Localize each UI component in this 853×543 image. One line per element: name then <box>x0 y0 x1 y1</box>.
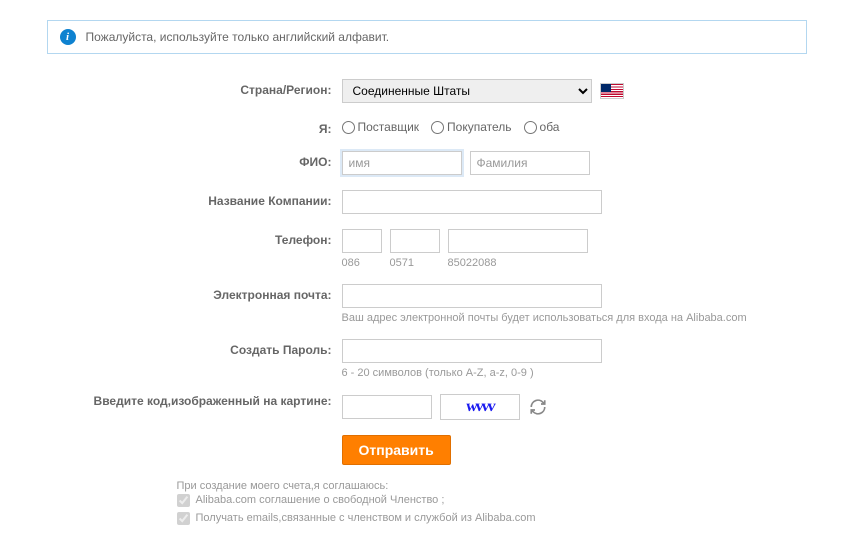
email-input[interactable] <box>342 284 602 308</box>
row-email: Электронная почта: Ваш адрес электронной… <box>47 284 807 324</box>
refresh-captcha-icon[interactable] <box>528 397 548 417</box>
captcha-text: wvvv <box>465 398 494 416</box>
radio-both-wrap[interactable]: оба <box>524 120 560 134</box>
phone-country-code-input[interactable] <box>342 229 382 253</box>
phone-area-code-input[interactable] <box>390 229 440 253</box>
label-password: Создать Пароль: <box>47 339 342 357</box>
last-name-input[interactable] <box>470 151 590 175</box>
phone-hint-3: 85022088 <box>448 257 588 269</box>
row-fullname: ФИО: <box>47 151 807 175</box>
label-fullname: ФИО: <box>47 151 342 169</box>
label-phone: Телефон: <box>47 229 342 247</box>
captcha-image: wvvv <box>440 394 520 420</box>
radio-buyer-label: Покупатель <box>447 120 511 134</box>
captcha-input[interactable] <box>342 395 432 419</box>
first-name-input[interactable] <box>342 151 462 175</box>
agreement-checkbox-1[interactable] <box>177 494 190 507</box>
phone-hint-1: 086 <box>342 257 382 269</box>
label-country: Страна/Регион: <box>47 79 342 97</box>
label-email: Электронная почта: <box>47 284 342 302</box>
row-company: Название Компании: <box>47 190 807 214</box>
password-hint: 6 - 20 символов (только A-Z, a-z, 0-9 ) <box>342 367 807 379</box>
phone-hints: 086 0571 85022088 <box>342 257 807 269</box>
agreement-text-1: Alibaba.com соглашение о свободной Членс… <box>196 492 445 510</box>
label-iam: Я: <box>47 118 342 136</box>
flag-icon <box>600 83 624 99</box>
radio-supplier-label: Поставщик <box>358 120 420 134</box>
row-country: Страна/Регион: Соединенные Штаты <box>47 79 807 103</box>
phone-hint-2: 0571 <box>390 257 440 269</box>
agreement-checkbox-2[interactable] <box>177 512 190 525</box>
password-input[interactable] <box>342 339 602 363</box>
row-captcha: Введите код,изображенный на картине: wvv… <box>47 394 807 420</box>
radio-both[interactable] <box>524 121 537 134</box>
radio-supplier-wrap[interactable]: Поставщик <box>342 120 420 134</box>
agreement-text-2: Получать emails,связанные с членством и … <box>196 510 536 528</box>
row-submit: Отправить <box>47 435 807 465</box>
radio-buyer-wrap[interactable]: Покупатель <box>431 120 511 134</box>
info-text: Пожалуйста, используйте только английски… <box>86 30 390 44</box>
email-hint: Ваш адрес электронной почты будет исполь… <box>342 312 807 324</box>
info-icon: i <box>60 29 76 45</box>
radio-buyer[interactable] <box>431 121 444 134</box>
company-input[interactable] <box>342 190 602 214</box>
agreements-block: При создание моего счета,я соглашаюсь: A… <box>177 480 807 527</box>
phone-number-input[interactable] <box>448 229 588 253</box>
row-phone: Телефон: 086 0571 85022088 <box>47 229 807 269</box>
row-password: Создать Пароль: 6 - 20 символов (только … <box>47 339 807 379</box>
country-select[interactable]: Соединенные Штаты <box>342 79 592 103</box>
row-iam: Я: Поставщик Покупатель оба <box>47 118 807 136</box>
agreements-intro: При создание моего счета,я соглашаюсь: <box>177 480 807 492</box>
submit-button[interactable]: Отправить <box>342 435 451 465</box>
label-captcha: Введите код,изображенный на картине: <box>47 394 342 410</box>
info-banner: i Пожалуйста, используйте только английс… <box>47 20 807 54</box>
radio-supplier[interactable] <box>342 121 355 134</box>
radio-both-label: оба <box>540 120 560 134</box>
label-company: Название Компании: <box>47 190 342 208</box>
